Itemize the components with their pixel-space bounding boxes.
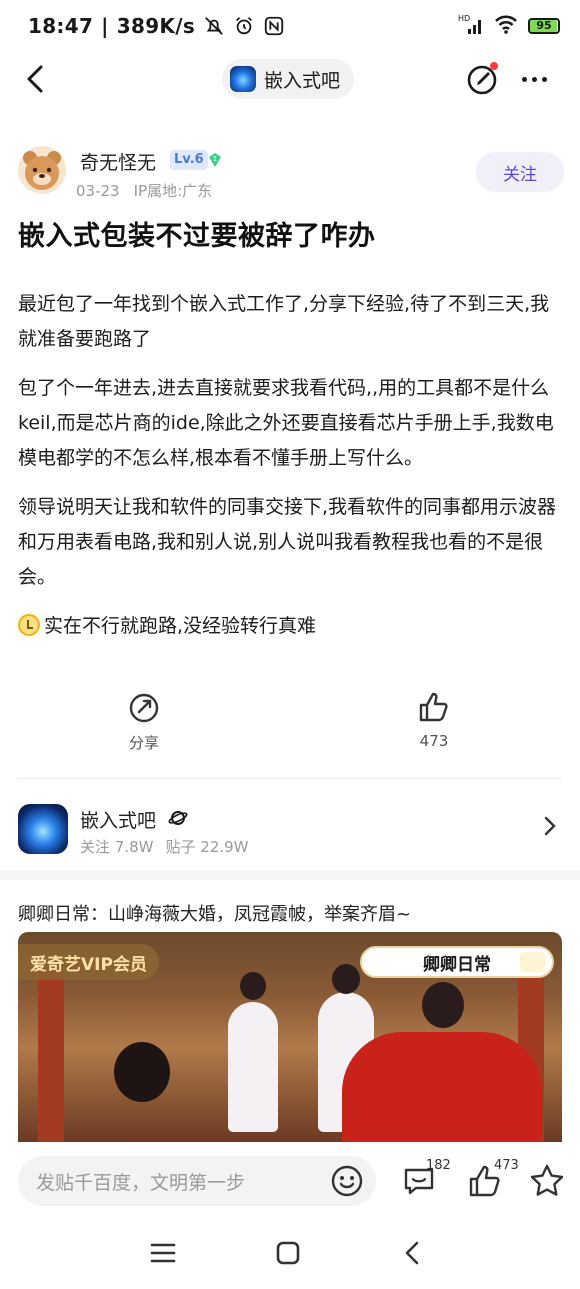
status-time: 18:47 <box>28 14 94 38</box>
system-nav-bar <box>0 1222 580 1289</box>
comment-count: 182 <box>426 1158 451 1173</box>
mute-bell-icon <box>203 15 225 37</box>
wifi-icon <box>494 13 518 39</box>
comment-input[interactable]: 发贴千百度，文明第一步 <box>18 1156 376 1206</box>
edit-button[interactable] <box>466 62 500 96</box>
forum-pill-label: 嵌入式吧 <box>264 69 341 92</box>
forum-card[interactable]: 嵌入式吧 关注 7.8W 贴子 22.9W <box>18 796 564 862</box>
star-icon[interactable] <box>528 1162 566 1200</box>
ad-title[interactable]: 卿卿日常：山峥海薇大婚，凤冠霞帔，举案齐眉~ <box>18 900 568 926</box>
forum-followers: 关注 7.8W <box>80 838 154 856</box>
scene-figure <box>228 1002 278 1132</box>
scene-head <box>422 982 464 1028</box>
show-badge-label: 卿卿日常 <box>423 954 491 975</box>
status-bar: 18:47 | 389K/s HD 95 <box>0 0 580 52</box>
like-count-bottom: 473 <box>494 1158 519 1173</box>
post-paragraph-text: 实在不行就跑路,没经验转行真难 <box>44 615 317 637</box>
avatar[interactable] <box>18 146 66 194</box>
gem-level: 1 <box>213 155 217 163</box>
scene-red-robe <box>342 1032 542 1142</box>
battery-percent: 95 <box>536 19 552 32</box>
share-button[interactable]: 分享 <box>104 690 184 753</box>
author-meta: 03-23 IP属地:广东 <box>76 180 212 201</box>
like-count: 473 <box>419 732 449 750</box>
hd-signal-icon: HD <box>458 13 484 39</box>
like-button[interactable]: 473 <box>394 690 474 750</box>
forum-pill-button[interactable]: 嵌入式吧 <box>222 59 355 99</box>
post-paragraph: 包了个一年进去,进去直接就要求我看代码,,用的工具都不是什么keil,而是芯片商… <box>18 377 554 469</box>
author-name[interactable]: 奇无怪无 <box>80 148 156 175</box>
status-net-speed: 389K/s <box>116 14 196 38</box>
divider <box>18 778 562 779</box>
bottom-comment-bar: 发贴千百度，文明第一步 182 473 <box>0 1142 580 1220</box>
back-button[interactable] <box>20 64 50 94</box>
status-left: 18:47 | 389K/s <box>28 14 285 38</box>
forum-logo-icon <box>230 66 256 92</box>
more-dot <box>541 76 547 82</box>
more-dot <box>521 76 527 82</box>
forum-logo-icon <box>18 804 68 854</box>
crown-icon <box>520 952 546 972</box>
clock-emoji-icon <box>18 614 40 636</box>
post-paragraph: 最近包了一年找到个嵌入式工作了,分享下经验,待了不到三天,我就准备要跑路了 <box>18 293 550 350</box>
share-icon <box>129 693 159 723</box>
status-separator: | <box>101 14 109 38</box>
vip-badge: 爱奇艺VIP会员 <box>18 944 159 980</box>
follow-button[interactable]: 关注 <box>476 152 564 192</box>
ad-image[interactable]: 爱奇艺VIP会员 卿卿日常 <box>18 932 562 1142</box>
comment-placeholder: 发贴千百度，文明第一步 <box>36 1171 246 1194</box>
post-title: 嵌入式包装不过要被辞了咋办 <box>18 221 376 252</box>
scene-head <box>114 1042 170 1102</box>
back-nav-icon[interactable] <box>398 1238 428 1268</box>
scene-head <box>332 964 360 994</box>
share-label: 分享 <box>128 734 159 752</box>
level-badge: Lv.6 <box>170 150 208 170</box>
post-body: 最近包了一年找到个嵌入式工作了,分享下经验,待了不到三天,我就准备要跑路了 包了… <box>18 287 566 658</box>
show-badge: 卿卿日常 <box>360 946 554 978</box>
scene-head <box>240 972 266 1000</box>
alarm-icon <box>233 15 255 37</box>
svg-text:HD: HD <box>458 14 470 23</box>
emoji-icon[interactable] <box>330 1164 364 1198</box>
author-row: 奇无怪无 Lv.6 1 03-23 IP属地:广东 关注 <box>18 140 564 204</box>
more-dot <box>531 76 537 82</box>
menu-icon[interactable] <box>148 1238 178 1268</box>
scene-pillar <box>38 972 64 1142</box>
post-paragraph-last: 实在不行就跑路,没经验转行真难 <box>18 609 566 644</box>
battery-icon: 95 <box>528 18 560 34</box>
notification-dot <box>490 62 498 70</box>
planet-icon <box>168 811 188 825</box>
top-nav-bar: 嵌入式吧 <box>0 52 580 108</box>
ip-location: IP属地:广东 <box>133 182 213 200</box>
forum-name: 嵌入式吧 <box>80 810 157 832</box>
forum-posts: 贴子 22.9W <box>165 838 249 856</box>
post-date: 03-23 <box>76 182 120 200</box>
bear-avatar-icon <box>23 151 61 190</box>
more-button[interactable] <box>514 64 554 94</box>
chevron-right-icon <box>544 816 556 836</box>
status-right: HD 95 <box>458 13 560 39</box>
post-paragraph: 领导说明天让我和软件的同事交接下,我看软件的同事都用示波器和万用表看电路,我和别… <box>18 496 557 588</box>
nfc-icon <box>263 15 285 37</box>
gem-badge-icon: 1 <box>209 153 221 167</box>
thumbs-up-icon <box>419 692 448 722</box>
post-actions: 分享 473 <box>0 690 580 760</box>
back-icon <box>27 65 43 93</box>
home-icon[interactable] <box>273 1238 303 1268</box>
forum-stats: 关注 7.8W 贴子 22.9W <box>80 836 248 857</box>
section-gap <box>0 870 580 880</box>
